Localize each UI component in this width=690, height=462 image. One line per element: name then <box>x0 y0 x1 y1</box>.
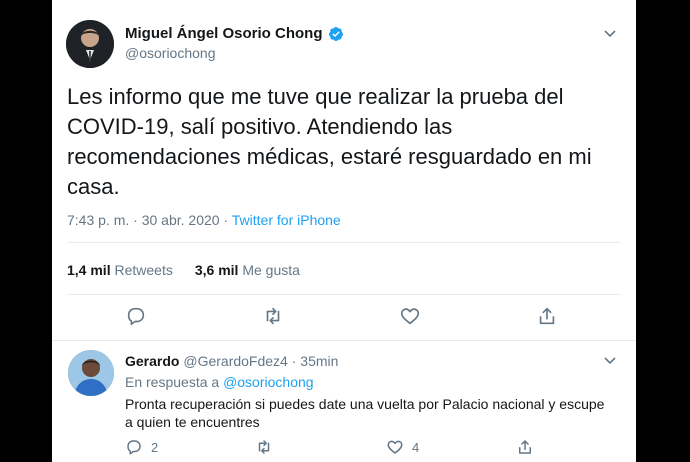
tweet-actions <box>52 305 636 333</box>
author-name[interactable]: Miguel Ángel Osorio Chong <box>125 25 344 42</box>
divider <box>52 340 636 341</box>
in-reply-mention[interactable]: @osoriochong <box>223 374 314 390</box>
tweet-card: Miguel Ángel Osorio Chong @osoriochong L… <box>52 0 636 462</box>
left-letterbox <box>0 0 52 462</box>
reply-likes-count: 4 <box>412 439 420 455</box>
likes-label: Me gusta <box>242 262 300 278</box>
share-icon[interactable] <box>536 305 560 329</box>
tweet-text: Les informo que me tuve que realizar la … <box>67 84 592 199</box>
divider <box>67 294 621 295</box>
tweet-date[interactable]: 30 abr. 2020 <box>142 212 220 228</box>
divider <box>67 242 621 243</box>
reply-age[interactable]: 35min <box>300 353 338 369</box>
reply-retweet-action[interactable] <box>255 438 273 456</box>
heart-icon[interactable] <box>399 305 423 329</box>
heart-icon <box>387 440 403 454</box>
chevron-down-icon[interactable] <box>603 26 617 40</box>
reply-icon <box>127 440 141 455</box>
reply-like-action[interactable]: 4 <box>386 438 419 456</box>
likes-count: 3,6 mil <box>194 262 239 278</box>
retweet-icon <box>258 440 270 454</box>
retweet-icon[interactable] <box>262 305 286 329</box>
reply-reply-action[interactable]: 2 <box>125 438 158 456</box>
tweet-time[interactable]: 7:43 p. m. <box>67 212 129 228</box>
in-reply-to: En respuesta a @osoriochong <box>125 374 314 390</box>
avatar-image <box>66 20 114 68</box>
retweets-stat[interactable]: 1,4 mil Retweets <box>67 262 173 278</box>
reply-icon[interactable] <box>125 305 149 329</box>
reply-author-name[interactable]: Gerardo <box>125 353 179 369</box>
tweet-stats: 1,4 mil Retweets 3,6 mil Me gusta <box>67 262 300 278</box>
reply-author-handle[interactable]: @GerardoFdez4 <box>183 353 287 369</box>
avatar[interactable] <box>66 20 114 68</box>
meta-separator: · <box>133 212 138 228</box>
in-reply-prefix: En respuesta a <box>125 374 220 390</box>
retweets-count: 1,4 mil <box>67 262 111 278</box>
verified-badge-icon <box>328 26 344 42</box>
reply-header: Gerardo @GerardoFdez4 · 35min <box>125 353 338 369</box>
tweet-meta: 7:43 p. m. · 30 abr. 2020 · Twitter for … <box>67 212 341 228</box>
chevron-down-icon[interactable] <box>603 353 617 367</box>
reply-separator: · <box>291 353 297 369</box>
reply-avatar-image <box>68 350 114 396</box>
share-icon <box>519 440 531 454</box>
likes-stat[interactable]: 3,6 mil Me gusta <box>195 262 300 278</box>
retweets-label: Retweets <box>114 262 173 278</box>
reply-share-action[interactable] <box>516 438 534 456</box>
author-name-text[interactable]: Miguel Ángel Osorio Chong <box>125 25 323 42</box>
reply-text: Pronta recuperación si puedes date una v… <box>125 396 605 430</box>
meta-separator: · <box>223 212 229 228</box>
tweet-source[interactable]: Twitter for iPhone <box>232 212 341 228</box>
reply-replies-count: 2 <box>151 439 159 455</box>
reply-actions: 2 4 <box>52 438 636 462</box>
right-letterbox <box>636 0 690 462</box>
reply-avatar[interactable] <box>68 350 114 396</box>
author-handle[interactable]: @osoriochong <box>125 45 216 61</box>
